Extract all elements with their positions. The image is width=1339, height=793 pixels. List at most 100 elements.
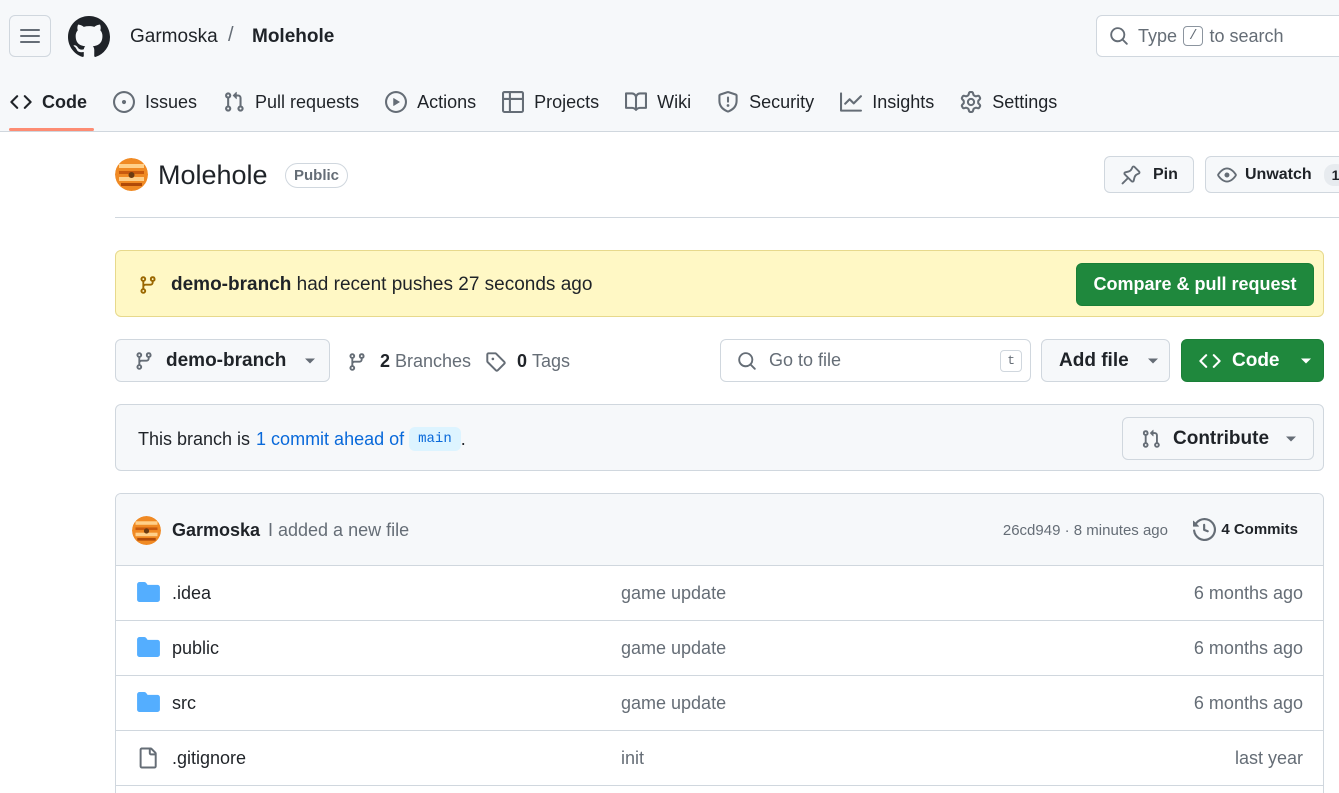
- folder-icon: [137, 637, 160, 657]
- file-age: 6 months ago: [1193, 583, 1303, 603]
- repo-title[interactable]: Molehole: [158, 160, 268, 191]
- contribute-label: Contribute: [1173, 427, 1270, 449]
- recent-push-message: demo-branch had recent pushes 27 seconds…: [171, 274, 592, 296]
- file-name[interactable]: .idea: [172, 583, 211, 604]
- file-name[interactable]: public: [172, 638, 219, 659]
- table-row: public game update 6 months ago: [116, 621, 1323, 676]
- search-icon: [1109, 26, 1129, 46]
- recent-push-banner: demo-branch had recent pushes 27 seconds…: [115, 250, 1324, 317]
- git-branch-icon: [347, 352, 367, 372]
- tab-issues-label: Issues: [145, 91, 198, 112]
- issue-icon: [113, 91, 135, 113]
- file-name[interactable]: .gitignore: [172, 748, 246, 769]
- tab-actions[interactable]: Actions: [375, 76, 490, 128]
- commit-sha-time[interactable]: 26cd949 · 8 minutes ago: [1003, 522, 1168, 539]
- tab-settings-label: Settings: [992, 91, 1058, 112]
- code-button-label: Code: [1232, 349, 1280, 371]
- table-icon: [502, 91, 525, 113]
- unwatch-label: Unwatch: [1245, 165, 1312, 183]
- commits-ahead-link[interactable]: 1 commit ahead of: [256, 429, 404, 450]
- commit-author-avatar[interactable]: [132, 516, 161, 545]
- pin-icon: [1121, 165, 1141, 185]
- tab-pull-requests[interactable]: Pull requests: [213, 76, 373, 128]
- tab-security[interactable]: Security: [707, 76, 828, 128]
- shield-icon: [717, 91, 739, 113]
- repo-owner-avatar[interactable]: [115, 158, 148, 191]
- chevron-down-icon: [1300, 357, 1312, 365]
- tags-link[interactable]: 0 Tags: [485, 351, 570, 372]
- search-suffix: to search: [1209, 25, 1284, 46]
- search-prefix: Type: [1138, 25, 1178, 46]
- tab-projects[interactable]: Projects: [492, 76, 613, 128]
- file-commit-message[interactable]: game update: [621, 583, 726, 604]
- github-logo-icon[interactable]: [68, 16, 110, 58]
- menu-button[interactable]: [9, 15, 51, 57]
- eye-icon: [1217, 165, 1237, 185]
- table-row: .gitignore init last year: [116, 731, 1323, 786]
- breadcrumb-separator: /: [228, 24, 234, 46]
- tab-pull-requests-label: Pull requests: [255, 91, 360, 112]
- visibility-badge: Public: [285, 163, 349, 188]
- branch-status-box: This branch is 1 commit ahead of main . …: [115, 404, 1324, 471]
- go-to-file-shortcut: t: [1000, 350, 1022, 372]
- history-icon: [1193, 518, 1217, 541]
- branches-label: Branches: [395, 351, 472, 371]
- search-shortcut-key: /: [1183, 26, 1204, 46]
- pull-request-icon: [223, 91, 245, 113]
- branch-status-suffix: .: [460, 428, 466, 449]
- search-icon: [737, 351, 757, 371]
- file-age: 6 months ago: [1193, 693, 1303, 713]
- commit-author[interactable]: Garmoska: [172, 520, 260, 541]
- pin-button[interactable]: Pin: [1104, 156, 1194, 193]
- tag-icon: [485, 351, 506, 372]
- file-name[interactable]: src: [172, 693, 196, 714]
- go-to-file-placeholder: Go to file: [769, 350, 842, 370]
- code-dropdown-button[interactable]: Code: [1181, 339, 1324, 382]
- code-icon: [1199, 350, 1221, 372]
- branch-status-text: This branch is 1 commit ahead of main .: [138, 427, 466, 451]
- hamburger-icon: [20, 28, 40, 44]
- unwatch-button[interactable]: Unwatch 1: [1205, 156, 1339, 193]
- pin-label: Pin: [1153, 165, 1178, 183]
- play-icon: [385, 91, 408, 113]
- branch-selector[interactable]: demo-branch: [115, 339, 330, 382]
- file-commit-message[interactable]: init: [621, 748, 644, 769]
- commits-history-link[interactable]: 4 Commits: [1193, 518, 1298, 541]
- tab-projects-label: Projects: [534, 91, 600, 112]
- app-header: Garmoska / Molehole Type / to search Cod…: [0, 0, 1339, 132]
- folder-icon: [137, 692, 160, 712]
- file-table: Garmoska I added a new file 26cd949 · 8 …: [115, 493, 1324, 793]
- git-branch-icon: [134, 351, 154, 371]
- file-icon: [137, 747, 158, 769]
- breadcrumb-owner[interactable]: Garmoska: [130, 26, 218, 48]
- pull-request-icon: [1141, 429, 1161, 449]
- tab-insights-label: Insights: [872, 91, 935, 112]
- file-commit-message[interactable]: game update: [621, 693, 726, 714]
- add-file-button[interactable]: Add file: [1041, 339, 1170, 382]
- contribute-button[interactable]: Contribute: [1122, 417, 1314, 460]
- tab-actions-label: Actions: [417, 91, 477, 112]
- breadcrumb-repo[interactable]: Molehole: [252, 26, 334, 48]
- tab-settings[interactable]: Settings: [950, 76, 1071, 128]
- go-to-file-input[interactable]: Go to file t: [720, 339, 1031, 382]
- tags-label: Tags: [532, 351, 571, 371]
- tab-code[interactable]: Code: [0, 76, 101, 131]
- search-input[interactable]: Type / to search: [1096, 15, 1339, 57]
- file-commit-message[interactable]: game update: [621, 638, 726, 659]
- tab-code-label: Code: [42, 91, 87, 112]
- folder-icon: [137, 582, 160, 602]
- tab-insights[interactable]: Insights: [830, 76, 948, 128]
- commits-count-label: 4 Commits: [1221, 521, 1298, 538]
- file-age: last year: [1234, 748, 1303, 768]
- commit-message[interactable]: I added a new file: [268, 520, 409, 541]
- chevron-down-icon: [1285, 435, 1297, 443]
- branches-link[interactable]: 2 Branches: [347, 351, 471, 372]
- pushed-branch-name[interactable]: demo-branch: [171, 274, 291, 295]
- tab-wiki[interactable]: Wiki: [615, 76, 705, 128]
- gear-icon: [960, 91, 982, 113]
- base-branch-label: main: [409, 427, 461, 451]
- branch-selector-label: demo-branch: [166, 349, 287, 371]
- tab-wiki-label: Wiki: [657, 91, 692, 112]
- tab-issues[interactable]: Issues: [103, 76, 211, 128]
- compare-pull-request-button[interactable]: Compare & pull request: [1076, 263, 1314, 306]
